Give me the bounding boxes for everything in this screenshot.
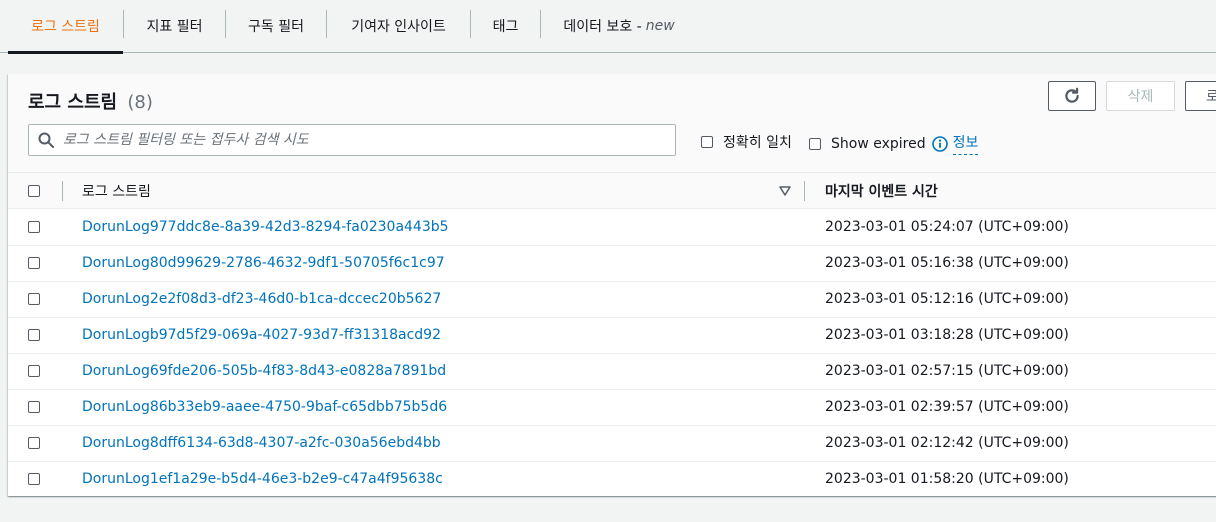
info-link[interactable]: 정보 xyxy=(952,132,979,155)
tab-contributor-insights[interactable]: 기여자 인사이트 xyxy=(327,0,470,52)
tab-label: 구독 필터 xyxy=(248,19,304,35)
exact-match-option[interactable]: 정확히 일치 xyxy=(701,132,792,152)
table-row: DorunLog977ddc8e-8a39-42d3-8294-fa0230a4… xyxy=(8,209,1216,246)
tab-label: 태그 xyxy=(492,19,519,35)
last-event-time: 2023-03-01 01:58:20 (UTC+09:00) xyxy=(825,471,1069,487)
log-stream-link[interactable]: DorunLogb97d5f29-069a-4027-93d7-ff31318a… xyxy=(82,327,441,343)
table-row: DorunLogb97d5f29-069a-4027-93d7-ff31318a… xyxy=(8,317,1216,354)
last-event-time: 2023-03-01 05:12:16 (UTC+09:00) xyxy=(825,291,1069,307)
table-row: DorunLog69fde206-505b-4f83-8d43-e0828a78… xyxy=(8,353,1216,390)
delete-button[interactable]: 삭제 xyxy=(1106,81,1175,111)
search-box xyxy=(28,124,676,156)
tab-label: 지표 필터 xyxy=(146,19,203,35)
tab-tags[interactable]: 태그 xyxy=(471,0,540,52)
row-checkbox[interactable] xyxy=(28,329,40,341)
row-checkbox[interactable] xyxy=(28,437,40,449)
last-event-time: 2023-03-01 02:39:57 (UTC+09:00) xyxy=(825,399,1069,415)
table-row: DorunLog80d99629-2786-4632-9df1-50705f6c… xyxy=(8,245,1216,282)
log-streams-panel: 로그 스트림 (8) 삭제 로 정확히 일치 xyxy=(8,74,1216,496)
last-event-time: 2023-03-01 02:12:42 (UTC+09:00) xyxy=(825,435,1069,451)
create-log-stream-button[interactable]: 로 xyxy=(1185,81,1216,111)
tab-label: 데이터 보호 - xyxy=(563,19,642,35)
column-header-label: 로그 스트림 xyxy=(82,183,151,200)
row-checkbox[interactable] xyxy=(28,293,40,305)
create-button-label: 로 xyxy=(1206,89,1216,105)
refresh-button[interactable] xyxy=(1048,81,1096,111)
column-divider xyxy=(804,181,805,201)
log-stream-link[interactable]: DorunLog977ddc8e-8a39-42d3-8294-fa0230a4… xyxy=(82,219,449,235)
panel-header: 로그 스트림 (8) 삭제 로 정확히 일치 xyxy=(8,74,1216,173)
stream-count: (8) xyxy=(127,92,153,113)
column-header-last-event-time[interactable]: 마지막 이벤트 시간 xyxy=(825,173,938,208)
log-stream-link[interactable]: DorunLog8dff6134-63d8-4307-a2fc-030a56eb… xyxy=(82,435,441,451)
show-expired-label: Show expired xyxy=(831,135,926,152)
tab-bar: 로그 스트림 지표 필터 구독 필터 기여자 인사이트 태그 데이터 보호 - … xyxy=(0,0,1216,54)
table-header: 로그 스트림 마지막 이벤트 시간 xyxy=(8,173,1216,209)
column-header-label: 마지막 이벤트 시간 xyxy=(825,183,938,200)
info-icon[interactable] xyxy=(931,135,948,152)
sort-descending-icon xyxy=(779,185,791,196)
log-stream-link[interactable]: DorunLog1ef1a29e-b5d4-46e3-b2e9-c47a4f95… xyxy=(82,471,443,487)
last-event-time: 2023-03-01 05:16:38 (UTC+09:00) xyxy=(825,255,1069,271)
table-row: DorunLog1ef1a29e-b5d4-46e3-b2e9-c47a4f95… xyxy=(8,461,1216,497)
show-expired-option[interactable]: Show expired 정보 xyxy=(809,132,979,155)
exact-match-checkbox[interactable] xyxy=(701,136,713,148)
tab-metric-filters[interactable]: 지표 필터 xyxy=(124,0,225,52)
show-expired-checkbox[interactable] xyxy=(809,137,821,150)
panel-title: 로그 스트림 (8) xyxy=(28,88,153,114)
tab-subscription-filters[interactable]: 구독 필터 xyxy=(226,0,326,52)
new-badge: new xyxy=(645,18,675,34)
row-checkbox[interactable] xyxy=(28,401,40,413)
select-all-cell xyxy=(28,173,40,208)
search-input[interactable] xyxy=(63,126,675,154)
tab-label: 로그 스트림 xyxy=(31,19,100,35)
row-checkbox[interactable] xyxy=(28,473,40,485)
panel-title-text: 로그 스트림 xyxy=(28,92,118,113)
table-row: DorunLog8dff6134-63d8-4307-a2fc-030a56eb… xyxy=(8,425,1216,462)
log-stream-link[interactable]: DorunLog80d99629-2786-4632-9df1-50705f6c… xyxy=(82,255,445,271)
row-checkbox[interactable] xyxy=(28,257,40,269)
search-icon xyxy=(29,132,63,148)
tab-label: 기여자 인사이트 xyxy=(351,19,446,35)
log-stream-link[interactable]: DorunLog2e2f08d3-df23-46d0-b1ca-dccec20b… xyxy=(82,291,441,307)
column-divider xyxy=(62,181,63,201)
tab-log-streams[interactable]: 로그 스트림 xyxy=(8,0,123,54)
delete-button-label: 삭제 xyxy=(1127,89,1154,105)
log-stream-link[interactable]: DorunLog86b33eb9-aaee-4750-9baf-c65dbb75… xyxy=(82,399,447,415)
row-checkbox[interactable] xyxy=(28,221,40,233)
column-header-log-stream[interactable]: 로그 스트림 xyxy=(82,173,151,208)
last-event-time: 2023-03-01 03:18:28 (UTC+09:00) xyxy=(825,327,1069,343)
sort-control[interactable] xyxy=(779,173,791,208)
refresh-icon xyxy=(1065,87,1079,103)
row-checkbox[interactable] xyxy=(28,365,40,377)
log-stream-link[interactable]: DorunLog69fde206-505b-4f83-8d43-e0828a78… xyxy=(82,363,446,379)
tab-data-protection[interactable]: 데이터 보호 - new xyxy=(541,0,697,52)
select-all-checkbox[interactable] xyxy=(28,184,40,197)
table-row: DorunLog86b33eb9-aaee-4750-9baf-c65dbb75… xyxy=(8,389,1216,426)
exact-match-label: 정확히 일치 xyxy=(723,135,792,151)
last-event-time: 2023-03-01 05:24:07 (UTC+09:00) xyxy=(825,219,1069,235)
table-row: DorunLog2e2f08d3-df23-46d0-b1ca-dccec20b… xyxy=(8,281,1216,318)
last-event-time: 2023-03-01 02:57:15 (UTC+09:00) xyxy=(825,363,1069,379)
